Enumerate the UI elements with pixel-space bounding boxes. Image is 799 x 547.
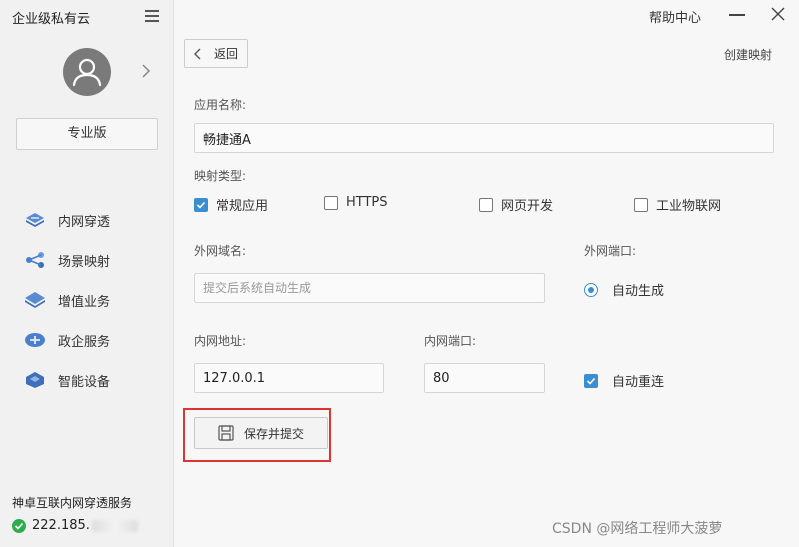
external-port-label: 外网端口:	[584, 244, 637, 258]
sidebar-item-label: 智能设备	[58, 374, 111, 390]
service-status: 222.185.	[12, 518, 138, 533]
app-name-label: 应用名称:	[194, 98, 247, 112]
sidebar-nav: 内网穿透 场景映射 增值业务 政企服务 智能设备	[0, 200, 174, 400]
sidebar-item-label: 政企服务	[58, 334, 111, 350]
sidebar-item-label: 场景映射	[58, 254, 111, 270]
page-title: 创建映射	[724, 48, 773, 62]
smart-device-icon	[26, 372, 44, 388]
title-bar: 帮助中心	[174, 0, 799, 30]
check-icon	[586, 377, 596, 385]
auto-reconnect-checkbox[interactable]: 自动重连	[584, 371, 664, 390]
app-name-input[interactable]	[194, 123, 774, 153]
close-icon[interactable]	[770, 6, 786, 22]
menu-icon[interactable]	[145, 10, 159, 22]
checkbox-checked[interactable]	[584, 373, 598, 388]
auto-reconnect-label: 自动重连	[612, 375, 665, 390]
checkbox[interactable]	[634, 197, 648, 212]
ip-redacted	[91, 519, 138, 532]
avatar[interactable]	[63, 48, 111, 96]
external-domain-label: 外网域名:	[194, 244, 247, 258]
internal-port-input[interactable]	[424, 363, 545, 393]
internal-port-label: 内网端口:	[424, 334, 477, 348]
mapping-type-web-dev[interactable]: 网页开发	[479, 195, 553, 214]
save-label: 保存并提交	[243, 426, 304, 441]
brand-title: 企业级私有云	[12, 12, 91, 27]
sidebar-item-smart-device[interactable]: 智能设备	[0, 360, 174, 400]
help-center-link[interactable]: 帮助中心	[649, 7, 701, 26]
sidebar-item-value-added[interactable]: 增值业务	[0, 280, 174, 320]
external-port-auto-radio[interactable]: 自动生成	[584, 280, 664, 299]
check-icon	[196, 201, 206, 209]
internal-addr-label: 内网地址:	[194, 334, 247, 348]
mapping-type-label: 映射类型:	[194, 169, 247, 183]
sidebar-item-label: 内网穿透	[58, 214, 111, 230]
radio-selected[interactable]	[584, 282, 598, 297]
external-domain-input[interactable]	[194, 273, 545, 303]
checkbox-checked[interactable]	[194, 197, 208, 212]
sidebar-item-intranet[interactable]: 内网穿透	[0, 200, 174, 240]
mapping-type-label-text: 工业物联网	[656, 199, 722, 214]
scene-mapping-icon	[26, 252, 44, 268]
pro-plan-button[interactable]: 专业版	[16, 118, 158, 150]
save-icon	[218, 425, 234, 441]
chevron-left-icon	[193, 48, 201, 59]
sidebar: 企业级私有云 专业版 内网穿透 场景映射 增值业务 政企服务 智能设备 神卓互联…	[0, 0, 174, 547]
watermark: CSDN @网络工程师大菠萝	[552, 521, 723, 537]
service-title: 神卓互联内网穿透服务	[12, 496, 133, 510]
minimize-button[interactable]	[729, 14, 745, 16]
save-submit-button[interactable]: 保存并提交	[194, 417, 328, 449]
service-ip: 222.185.	[32, 518, 90, 533]
sidebar-item-scene[interactable]: 场景映射	[0, 240, 174, 280]
mapping-type-regular[interactable]: 常规应用	[194, 195, 268, 214]
network-penetration-icon	[26, 213, 44, 227]
chevron-right-icon[interactable]	[140, 63, 152, 79]
mapping-type-https[interactable]: HTTPS	[324, 195, 388, 210]
back-label: 返回	[213, 47, 238, 61]
gov-service-icon	[25, 333, 45, 347]
user-icon	[72, 58, 102, 87]
mapping-type-label-text: 常规应用	[216, 199, 269, 214]
main-content: 返回 创建映射 应用名称: 映射类型: 常规应用 HTTPS 网页开发 工业物联…	[174, 30, 799, 547]
internal-addr-input[interactable]	[194, 363, 384, 393]
back-button[interactable]: 返回	[184, 39, 248, 68]
value-added-icon	[25, 292, 45, 308]
mapping-type-label-text: HTTPS	[346, 195, 388, 210]
mapping-type-label-text: 网页开发	[501, 199, 554, 214]
checkbox[interactable]	[324, 195, 338, 210]
sidebar-item-gov[interactable]: 政企服务	[0, 320, 174, 360]
sidebar-item-label: 增值业务	[58, 294, 111, 310]
mapping-type-iiot[interactable]: 工业物联网	[634, 195, 721, 214]
checkbox[interactable]	[479, 197, 493, 212]
radio-label: 自动生成	[612, 284, 665, 299]
check-circle-icon	[12, 518, 26, 533]
